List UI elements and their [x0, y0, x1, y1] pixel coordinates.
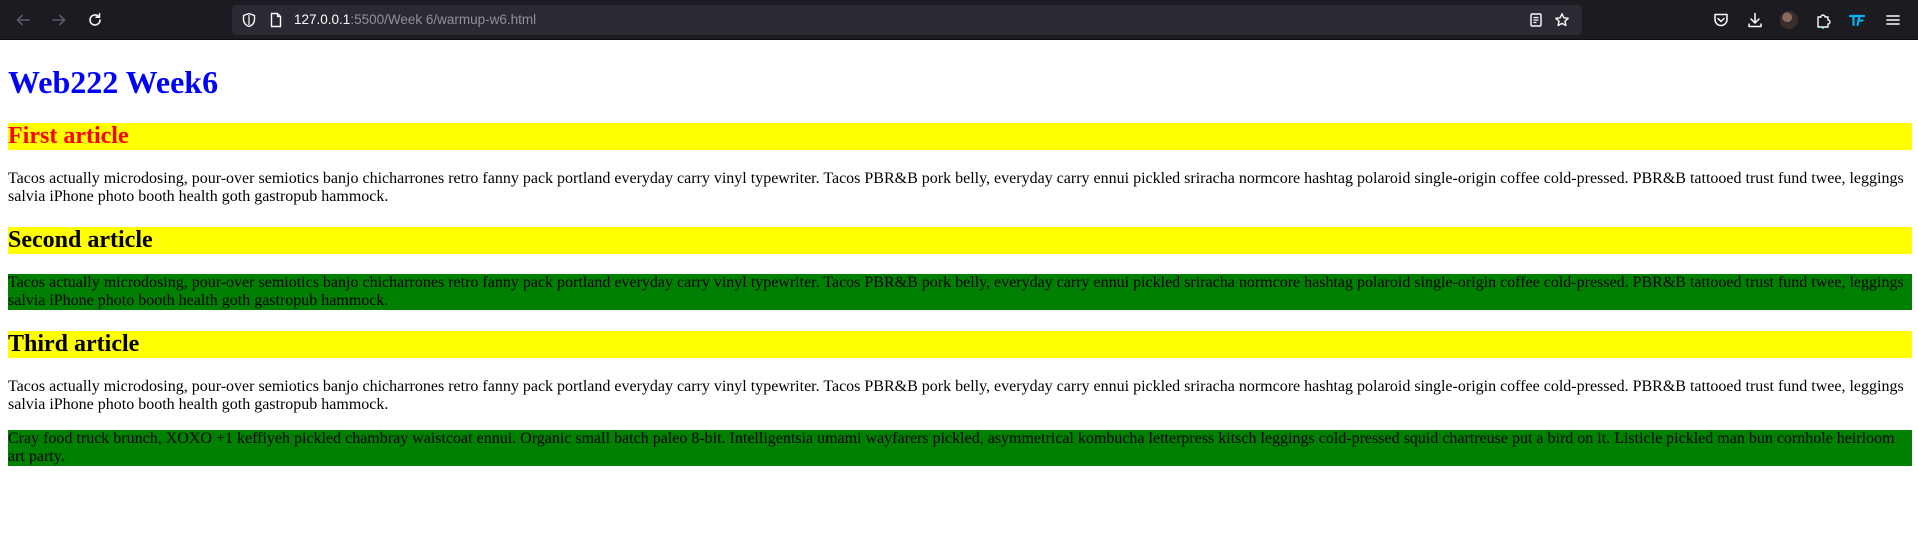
extension-tf-button[interactable]	[1848, 11, 1866, 29]
page-icon[interactable]	[268, 12, 284, 28]
back-button[interactable]	[10, 7, 36, 33]
reload-icon	[89, 13, 101, 26]
extensions-icon	[1817, 14, 1831, 29]
menu-icon	[1886, 15, 1900, 25]
page-title: Web222 Week6	[8, 64, 219, 100]
reload-button[interactable]	[82, 7, 108, 33]
second-article-heading: Second article	[8, 227, 1912, 254]
downloads-button[interactable]	[1746, 11, 1764, 29]
url-text[interactable]: 127.0.0.1:5500/Week 6/warmup-w6.html	[294, 12, 536, 28]
menu-button[interactable]	[1884, 11, 1902, 29]
forward-icon	[52, 14, 66, 26]
pocket-button[interactable]	[1712, 11, 1730, 29]
third-article-heading: Third article	[8, 331, 1912, 358]
browser-toolbar: 127.0.0.1:5500/Week 6/warmup-w6.html	[0, 0, 1918, 40]
second-article-paragraph: Tacos actually microdosing, pour-over se…	[8, 274, 1912, 310]
shield-icon[interactable]	[241, 12, 257, 28]
page-content: Web222 Week6 First article Tacos actuall…	[0, 41, 1918, 544]
account-avatar[interactable]	[1780, 11, 1798, 29]
extension-tf-icon	[1848, 14, 1866, 27]
third-article-paragraph: Tacos actually microdosing, pour-over se…	[8, 378, 1904, 413]
url-host: 127.0.0.1	[294, 12, 351, 27]
reader-view-icon[interactable]	[1528, 12, 1544, 28]
extensions-button[interactable]	[1814, 11, 1832, 29]
url-bar[interactable]: 127.0.0.1:5500/Week 6/warmup-w6.html	[232, 5, 1582, 35]
back-icon	[16, 14, 30, 26]
first-article-heading: First article	[8, 123, 1912, 150]
url-path: :5500/Week 6/warmup-w6.html	[350, 12, 537, 27]
downloads-icon	[1748, 12, 1762, 28]
third-article-extra-paragraph: Cray food truck brunch, XOXO +1 keffiyeh…	[8, 430, 1912, 466]
bookmark-star-icon[interactable]	[1554, 12, 1570, 28]
pocket-icon	[1714, 13, 1728, 27]
forward-button[interactable]	[46, 7, 72, 33]
first-article-paragraph: Tacos actually microdosing, pour-over se…	[8, 170, 1904, 205]
